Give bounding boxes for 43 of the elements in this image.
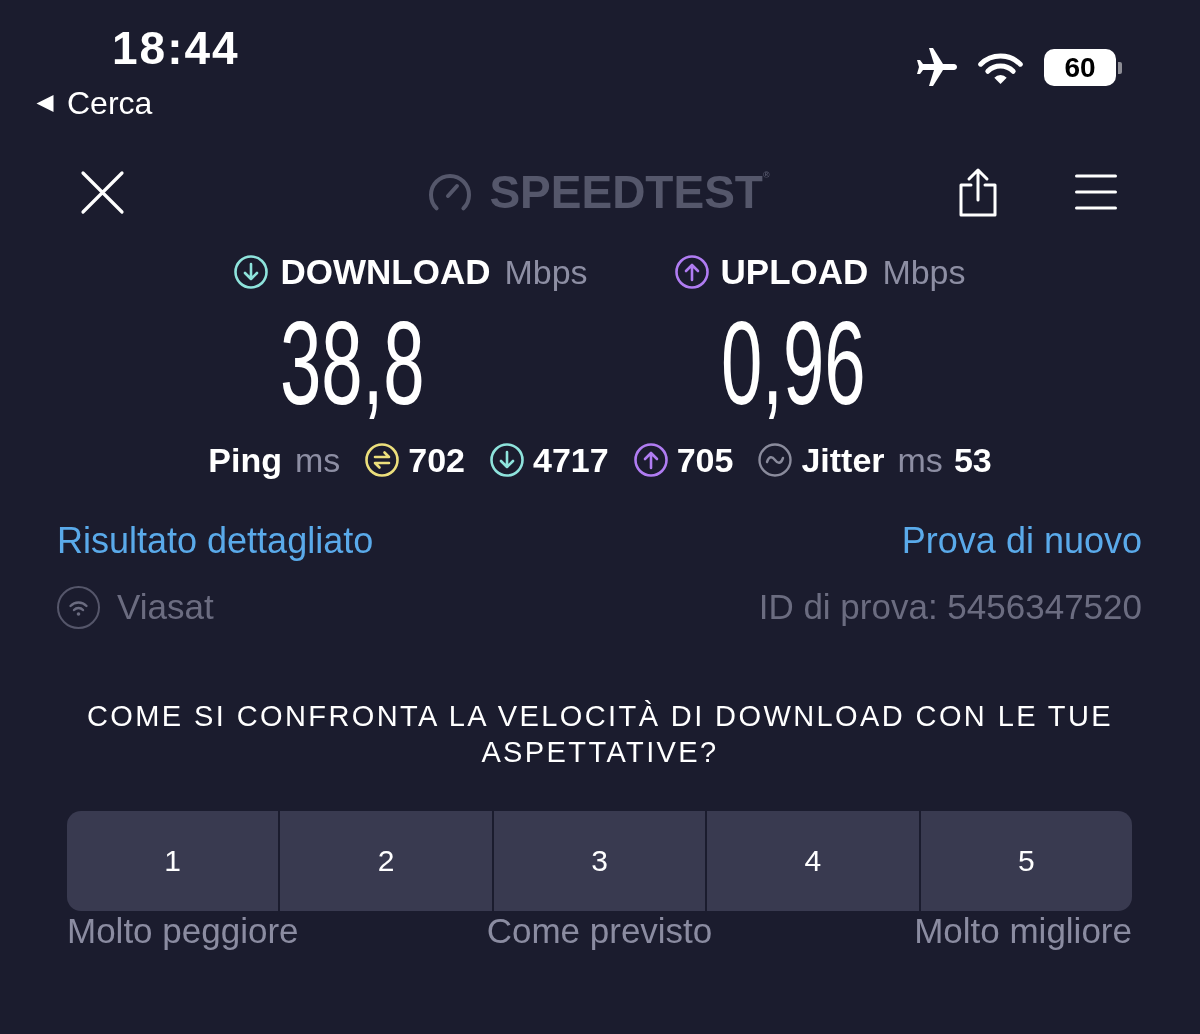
share-icon (958, 167, 998, 217)
status-time: 18:44 (112, 22, 240, 74)
logo-text: SPEEDTEST$^{®}$ (489, 169, 770, 215)
speed-value: 0,96 (720, 304, 866, 422)
rating-button[interactable]: 2 (280, 811, 492, 911)
scale-label: Molto peggiore (67, 911, 299, 950)
rating-button[interactable]: 1 (67, 811, 279, 911)
close-button[interactable] (80, 169, 125, 215)
battery-indicator: 60 (1044, 49, 1122, 86)
airplane-icon (917, 47, 957, 88)
speed-value: 38,8 (280, 304, 426, 422)
back-link[interactable]: Cerca (36, 85, 153, 121)
test-id-text: ID di prova: 5456347520 (758, 587, 1142, 627)
ping-label: Ping (208, 440, 282, 480)
wifi-circle-icon (57, 585, 100, 629)
menu-icon (1075, 174, 1117, 210)
ping-value: 705 (676, 440, 734, 480)
speed-label: DOWNLOAD (280, 252, 491, 292)
share-button[interactable] (958, 167, 998, 217)
rating-button[interactable]: 5 (920, 811, 1133, 911)
unit-label: Mbps (882, 252, 966, 292)
rating-button[interactable]: 3 (493, 811, 706, 911)
wifi-icon (977, 50, 1024, 85)
gauge-icon (427, 172, 474, 212)
unit-label: ms (294, 440, 341, 480)
back-icon (36, 94, 54, 112)
scale-label: Come previsto (486, 911, 713, 950)
unit-label: ms (897, 440, 943, 480)
menu-button[interactable] (1075, 174, 1117, 210)
jitter-label: Jitter (801, 440, 885, 480)
survey-question: COME SI CONFRONTA LA VELOCITÀ DI DOWNLOAD CON LE TUE ASPETTATIVE? (85, 699, 1115, 770)
detailed-result-link[interactable]: Risultato dettagliato (57, 521, 374, 561)
ping-value: 702 (408, 440, 466, 480)
speed-label: UPLOAD (720, 252, 869, 292)
wave-circle-icon (758, 443, 793, 477)
close-icon (80, 169, 125, 215)
unit-label: Mbps (504, 252, 588, 292)
rating-button[interactable]: 4 (707, 811, 919, 911)
jitter-value: 53 (953, 440, 992, 480)
ping-value: 4717 (533, 440, 609, 480)
scale-label: Molto migliore (914, 911, 1132, 950)
retry-link[interactable]: Prova di nuovo (901, 521, 1142, 561)
provider-name: Viasat (117, 587, 214, 627)
